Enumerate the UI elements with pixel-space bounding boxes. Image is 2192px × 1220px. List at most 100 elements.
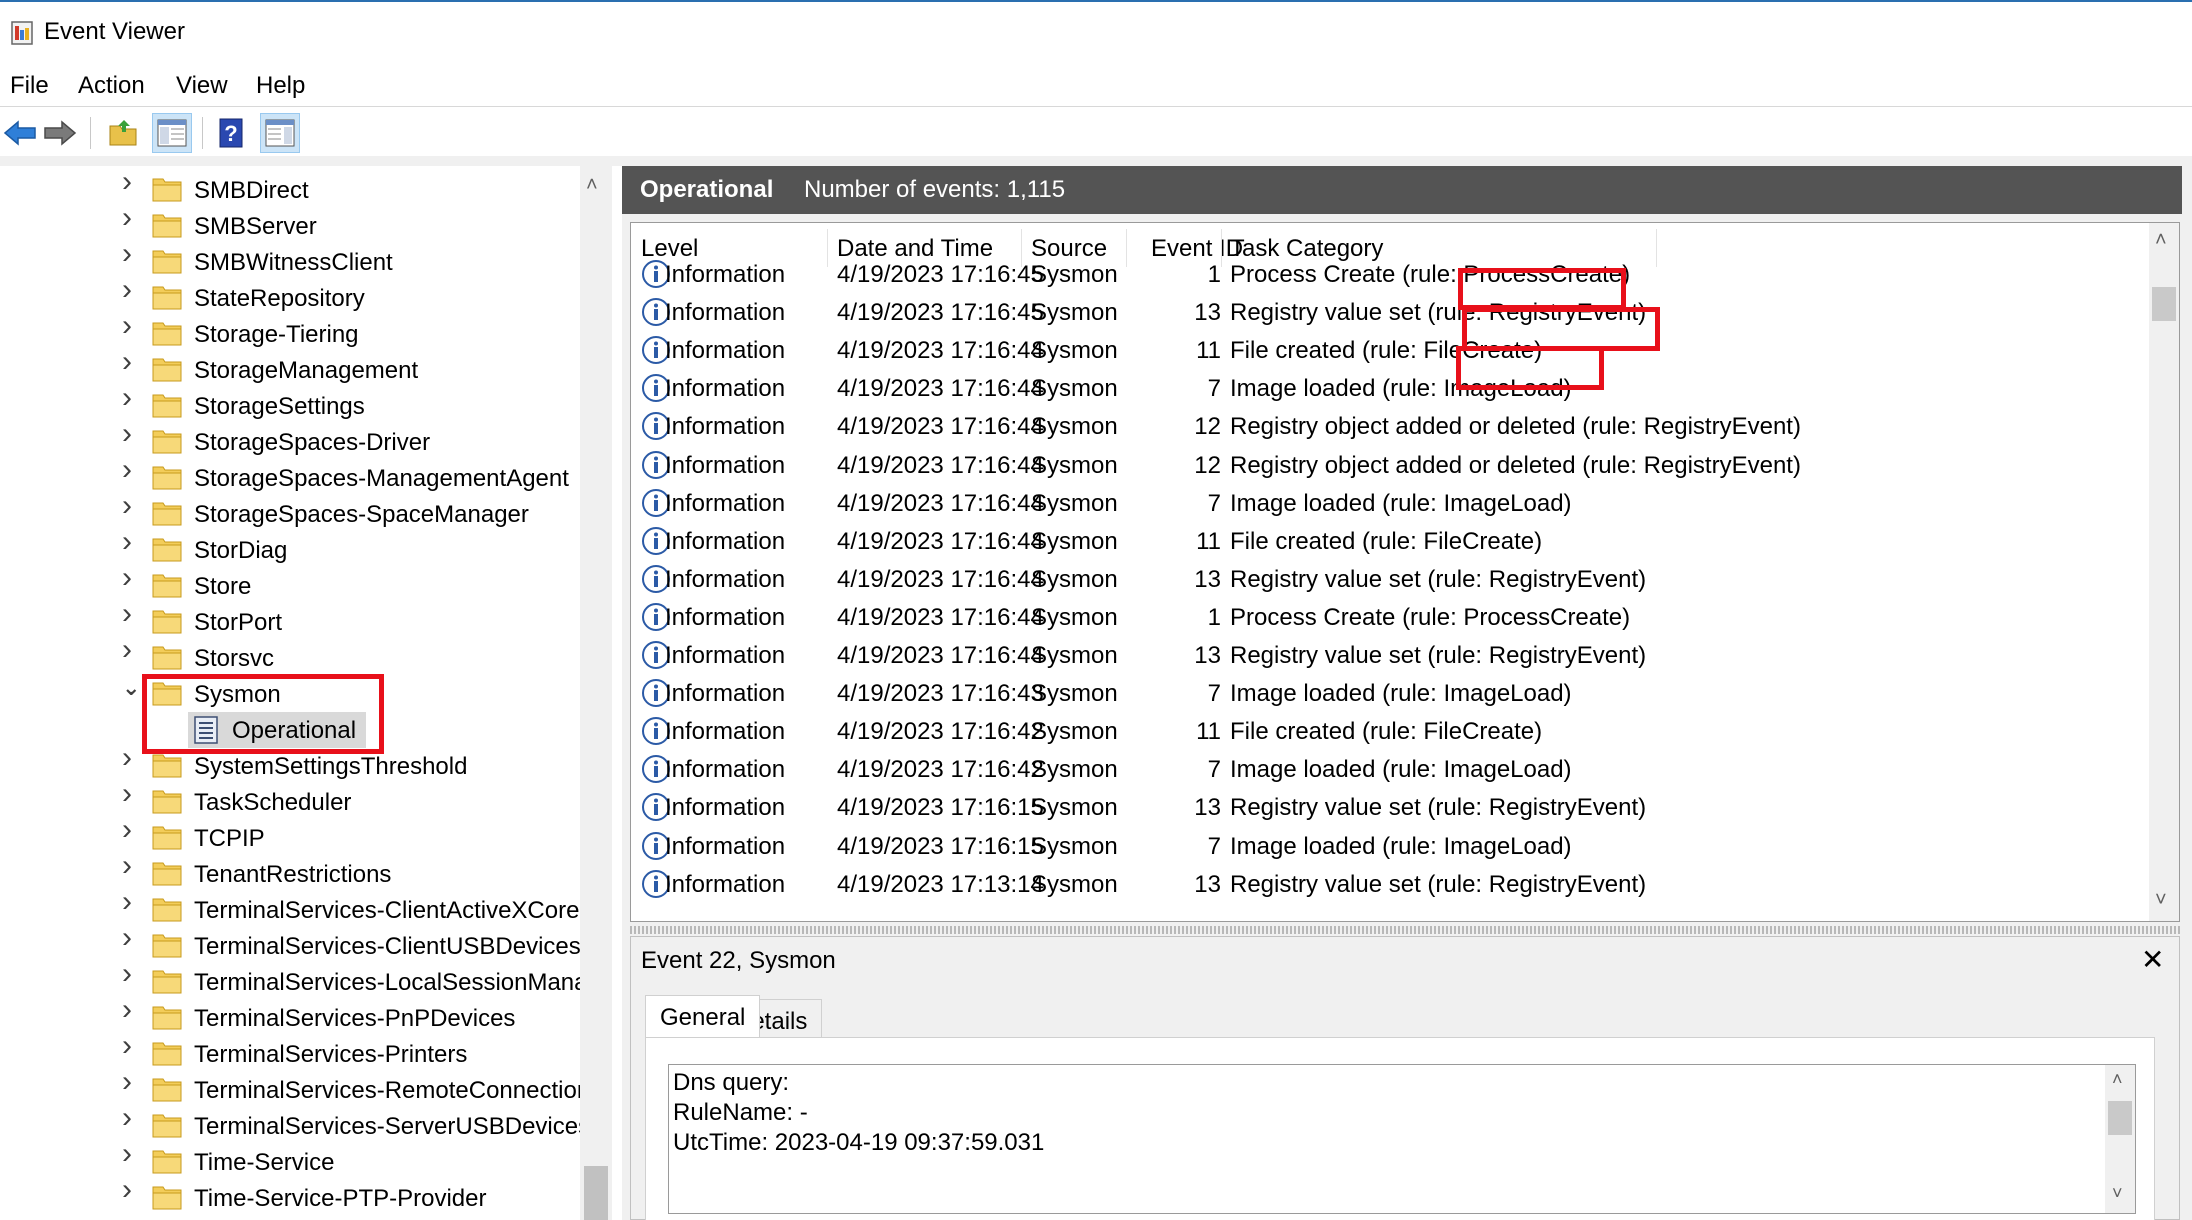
event-row[interactable]: Information 4/19/2023 17:16:42 Sysmon 11 Fil… bbox=[631, 712, 2149, 750]
chevron-right-icon[interactable]: › bbox=[122, 1139, 140, 1169]
tree-item[interactable]: › TerminalServices-LocalSessionManag bbox=[0, 959, 601, 1000]
tree-item[interactable]: › StorageSpaces-Driver bbox=[0, 419, 580, 460]
tree-item[interactable]: › TaskScheduler bbox=[0, 779, 580, 820]
tree-item[interactable]: › StorPort bbox=[0, 599, 580, 640]
event-row[interactable]: Information 4/19/2023 17:16:15 Sysmon 7 Imag… bbox=[631, 827, 2149, 865]
scroll-up-icon[interactable]: ˄ bbox=[2112, 1069, 2123, 1090]
chevron-right-icon[interactable]: › bbox=[122, 995, 140, 1025]
event-row[interactable]: Information 4/19/2023 17:16:45 Sysmon 1 Proc… bbox=[631, 255, 2149, 293]
tree-item[interactable]: › TenantRestrictions bbox=[0, 851, 580, 892]
scroll-thumb[interactable] bbox=[2108, 1101, 2132, 1135]
chevron-right-icon[interactable]: › bbox=[122, 491, 140, 521]
tree-item[interactable]: › Storage-Tiering bbox=[0, 311, 580, 352]
tree-item[interactable]: › StorageManagement bbox=[0, 347, 580, 388]
chevron-right-icon[interactable]: › bbox=[122, 1067, 140, 1097]
scroll-up-icon[interactable]: ˄ bbox=[2155, 229, 2167, 252]
tree-item[interactable]: › StorageSpaces-SpaceManager bbox=[0, 491, 580, 532]
chevron-right-icon[interactable]: › bbox=[122, 599, 140, 629]
event-row[interactable]: Information 4/19/2023 17:16:43 Sysmon 7 Imag… bbox=[631, 674, 2149, 712]
tree-item[interactable]: › StorageSettings bbox=[0, 383, 580, 424]
tree-item-label: Storsvc bbox=[194, 645, 275, 672]
chevron-right-icon[interactable]: › bbox=[122, 563, 140, 593]
description-scrollbar[interactable]: ˄ ˅ bbox=[2105, 1065, 2135, 1213]
chevron-right-icon[interactable]: › bbox=[122, 743, 140, 773]
chevron-right-icon[interactable]: › bbox=[122, 887, 140, 917]
help-icon[interactable]: ? bbox=[212, 113, 252, 153]
tree-item[interactable]: › StorageSpaces-ManagementAgent bbox=[0, 455, 580, 496]
scroll-thumb[interactable] bbox=[2152, 287, 2176, 321]
tree-item[interactable]: › Storsvc bbox=[0, 635, 580, 676]
close-icon[interactable]: ✕ bbox=[2141, 943, 2164, 976]
chevron-right-icon[interactable]: › bbox=[122, 167, 140, 197]
tree-item-operational[interactable]: Operational bbox=[0, 712, 580, 748]
tree-item[interactable]: › SystemSettingsThreshold bbox=[0, 743, 580, 784]
event-row[interactable]: Information 4/19/2023 17:16:44 Sysmon 13 Reg… bbox=[631, 636, 2149, 674]
show-hide-action-pane-icon[interactable] bbox=[260, 113, 300, 153]
event-row[interactable]: Information 4/19/2023 17:16:45 Sysmon 13 Reg… bbox=[631, 293, 2149, 331]
chevron-right-icon[interactable]: › bbox=[122, 239, 140, 269]
event-row[interactable]: Information 4/19/2023 17:16:44 Sysmon 12 Reg… bbox=[631, 407, 2149, 445]
chevron-right-icon[interactable]: › bbox=[122, 923, 140, 953]
chevron-right-icon[interactable]: › bbox=[122, 815, 140, 845]
event-row[interactable]: Information 4/19/2023 17:16:44 Sysmon 1 Proc… bbox=[631, 598, 2149, 636]
tree-item[interactable]: › Time-Service bbox=[0, 1139, 580, 1180]
chevron-right-icon[interactable]: › bbox=[122, 311, 140, 341]
chevron-right-icon[interactable]: › bbox=[122, 455, 140, 485]
chevron-right-icon[interactable]: › bbox=[122, 1031, 140, 1061]
scroll-down-icon[interactable]: ˅ bbox=[2112, 1183, 2123, 1204]
show-hide-console-tree-icon[interactable] bbox=[152, 113, 192, 153]
menu-action[interactable]: Action bbox=[74, 70, 149, 102]
tree-item[interactable]: › Time-Service-PTP-Provider bbox=[0, 1175, 580, 1216]
open-folder-icon[interactable] bbox=[104, 113, 144, 153]
tree-item[interactable]: › TerminalServices-RemoteConnectionI bbox=[0, 1067, 597, 1108]
event-row[interactable]: Information 4/19/2023 17:13:14 Sysmon 13 Reg… bbox=[631, 865, 2149, 903]
event-description-textbox[interactable]: Dns query: RuleName: - UtcTime: 2023-04-… bbox=[668, 1064, 2136, 1214]
tree-item[interactable]: › StorDiag bbox=[0, 527, 580, 568]
tree-item[interactable]: › TerminalServices-ServerUSBDevices bbox=[0, 1103, 590, 1144]
event-row[interactable]: Information 4/19/2023 17:16:44 Sysmon 7 Imag… bbox=[631, 369, 2149, 407]
chevron-right-icon[interactable]: › bbox=[122, 203, 140, 233]
event-row[interactable]: Information 4/19/2023 17:16:44 Sysmon 11 Fil… bbox=[631, 331, 2149, 369]
tree-item[interactable]: › TerminalServices-PnPDevices bbox=[0, 995, 580, 1036]
tree-scrollbar[interactable]: ˄ bbox=[580, 166, 612, 1220]
scroll-thumb[interactable] bbox=[584, 1166, 608, 1220]
tree-item[interactable]: › StateRepository bbox=[0, 275, 580, 316]
chevron-right-icon[interactable]: › bbox=[122, 419, 140, 449]
event-row[interactable]: Information 4/19/2023 17:16:15 Sysmon 13 Reg… bbox=[631, 788, 2149, 826]
chevron-right-icon[interactable]: › bbox=[122, 347, 140, 377]
chevron-right-icon[interactable]: › bbox=[122, 851, 140, 881]
chevron-right-icon[interactable]: › bbox=[122, 1175, 140, 1205]
event-row[interactable]: Information 4/19/2023 17:16:42 Sysmon 7 Imag… bbox=[631, 750, 2149, 788]
chevron-right-icon[interactable]: › bbox=[122, 383, 140, 413]
pane-splitter[interactable] bbox=[630, 926, 2180, 934]
chevron-right-icon[interactable]: › bbox=[122, 527, 140, 557]
chevron-right-icon[interactable]: › bbox=[122, 635, 140, 665]
chevron-right-icon[interactable]: › bbox=[122, 779, 140, 809]
event-row[interactable]: Information 4/19/2023 17:16:44 Sysmon 7 Imag… bbox=[631, 484, 2149, 522]
menu-view[interactable]: View bbox=[172, 70, 232, 102]
menu-file[interactable]: File bbox=[6, 70, 53, 102]
event-row[interactable]: Information 4/19/2023 17:16:44 Sysmon 12 Reg… bbox=[631, 446, 2149, 484]
tree-item[interactable]: › Store bbox=[0, 563, 580, 604]
tree-item[interactable]: › SMBWitnessClient bbox=[0, 239, 580, 280]
scroll-up-icon[interactable]: ˄ bbox=[586, 174, 598, 197]
menu-help[interactable]: Help bbox=[252, 70, 309, 102]
tab-general[interactable]: General bbox=[645, 995, 761, 1037]
scroll-down-icon[interactable]: ˅ bbox=[2155, 889, 2167, 912]
event-list-scrollbar[interactable]: ˄ ˅ bbox=[2149, 223, 2179, 921]
tree-item[interactable]: ⌄ Sysmon bbox=[0, 676, 580, 712]
tree-item[interactable]: › TerminalServices-ClientUSBDevices bbox=[0, 923, 581, 964]
back-arrow-icon[interactable] bbox=[0, 113, 40, 153]
tree-item[interactable]: › SMBServer bbox=[0, 203, 580, 244]
tree-item[interactable]: › TerminalServices-Printers bbox=[0, 1031, 580, 1072]
chevron-down-icon[interactable]: ⌄ bbox=[122, 677, 140, 699]
chevron-right-icon[interactable]: › bbox=[122, 275, 140, 305]
chevron-right-icon[interactable]: › bbox=[122, 1103, 140, 1133]
tree-item[interactable]: › SMBDirect bbox=[0, 167, 580, 208]
event-row[interactable]: Information 4/19/2023 17:16:44 Sysmon 11 Fil… bbox=[631, 522, 2149, 560]
forward-arrow-icon[interactable] bbox=[40, 113, 80, 153]
event-row[interactable]: Information 4/19/2023 17:16:44 Sysmon 13 Reg… bbox=[631, 560, 2149, 598]
chevron-right-icon[interactable]: › bbox=[122, 959, 140, 989]
tree-item[interactable]: › TCPIP bbox=[0, 815, 580, 856]
tree-item[interactable]: › TerminalServices-ClientActiveXCore bbox=[0, 887, 580, 928]
